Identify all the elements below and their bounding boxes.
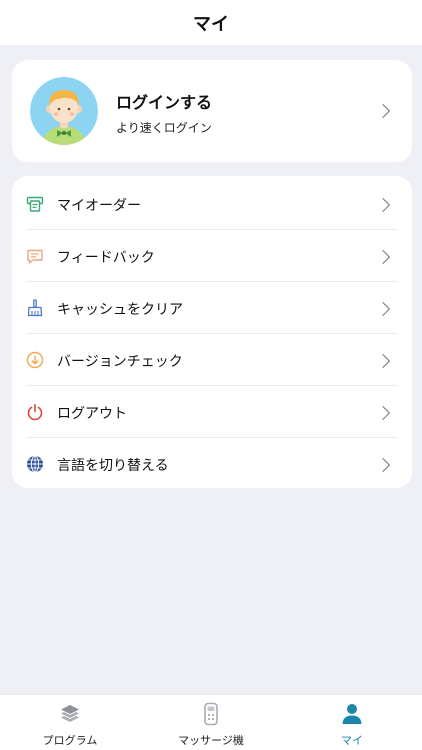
- login-card[interactable]: ログインする より速くログイン: [12, 60, 412, 162]
- remote-control-icon: [199, 702, 223, 726]
- menu-item-version-check[interactable]: バージョンチェック: [12, 334, 412, 386]
- tab-label: マッサージ機: [178, 734, 244, 747]
- menu-item-logout[interactable]: ログアウト: [12, 386, 412, 438]
- tab-label: マイ: [341, 734, 363, 747]
- broom-icon: [26, 299, 44, 317]
- layers-icon: [58, 702, 82, 726]
- menu-item-feedback[interactable]: フィードバック: [12, 230, 412, 282]
- menu-item-label: キャッシュをクリア: [57, 302, 183, 318]
- menu-item-switch-language[interactable]: 言語を切り替える: [12, 438, 412, 490]
- tab-massage-machine[interactable]: マッサージ機: [141, 695, 281, 750]
- tab-label: プログラム: [42, 734, 98, 747]
- page-title: マイ: [193, 13, 229, 35]
- chevron-right-icon: [375, 103, 391, 119]
- power-icon: [26, 403, 44, 421]
- download-circle-icon: [26, 351, 44, 369]
- login-title: ログインする: [116, 93, 213, 112]
- menu-item-label: 言語を切り替える: [57, 458, 169, 474]
- menu-item-label: フィードバック: [57, 250, 155, 266]
- person-icon: [340, 702, 364, 726]
- receipt-printer-icon: [26, 195, 44, 213]
- menu-item-my-orders[interactable]: マイオーダー: [12, 178, 412, 230]
- chevron-right-icon: [375, 249, 391, 265]
- chevron-right-icon: [375, 301, 391, 317]
- chevron-right-icon: [375, 405, 391, 421]
- bottom-tab-bar: プログラム マッサージ機 マイ: [0, 694, 422, 750]
- login-subtitle: より速くログイン: [116, 121, 212, 135]
- menu-card: マイオーダー フィードバック キャッシュをクリア バージョンチェック ログアウト…: [12, 176, 412, 488]
- tab-my[interactable]: マイ: [282, 695, 422, 750]
- globe-icon: [26, 455, 44, 473]
- chevron-right-icon: [375, 457, 391, 473]
- tab-programs[interactable]: プログラム: [0, 695, 140, 750]
- menu-item-label: ログアウト: [57, 406, 127, 422]
- message-icon: [26, 247, 44, 265]
- chevron-right-icon: [375, 353, 391, 369]
- menu-item-clear-cache[interactable]: キャッシュをクリア: [12, 282, 412, 334]
- menu-item-label: バージョンチェック: [57, 354, 183, 370]
- chevron-right-icon: [375, 197, 391, 213]
- boy-avatar-icon: [30, 77, 98, 145]
- header-bar: マイ: [0, 0, 422, 45]
- menu-item-label: マイオーダー: [57, 198, 141, 214]
